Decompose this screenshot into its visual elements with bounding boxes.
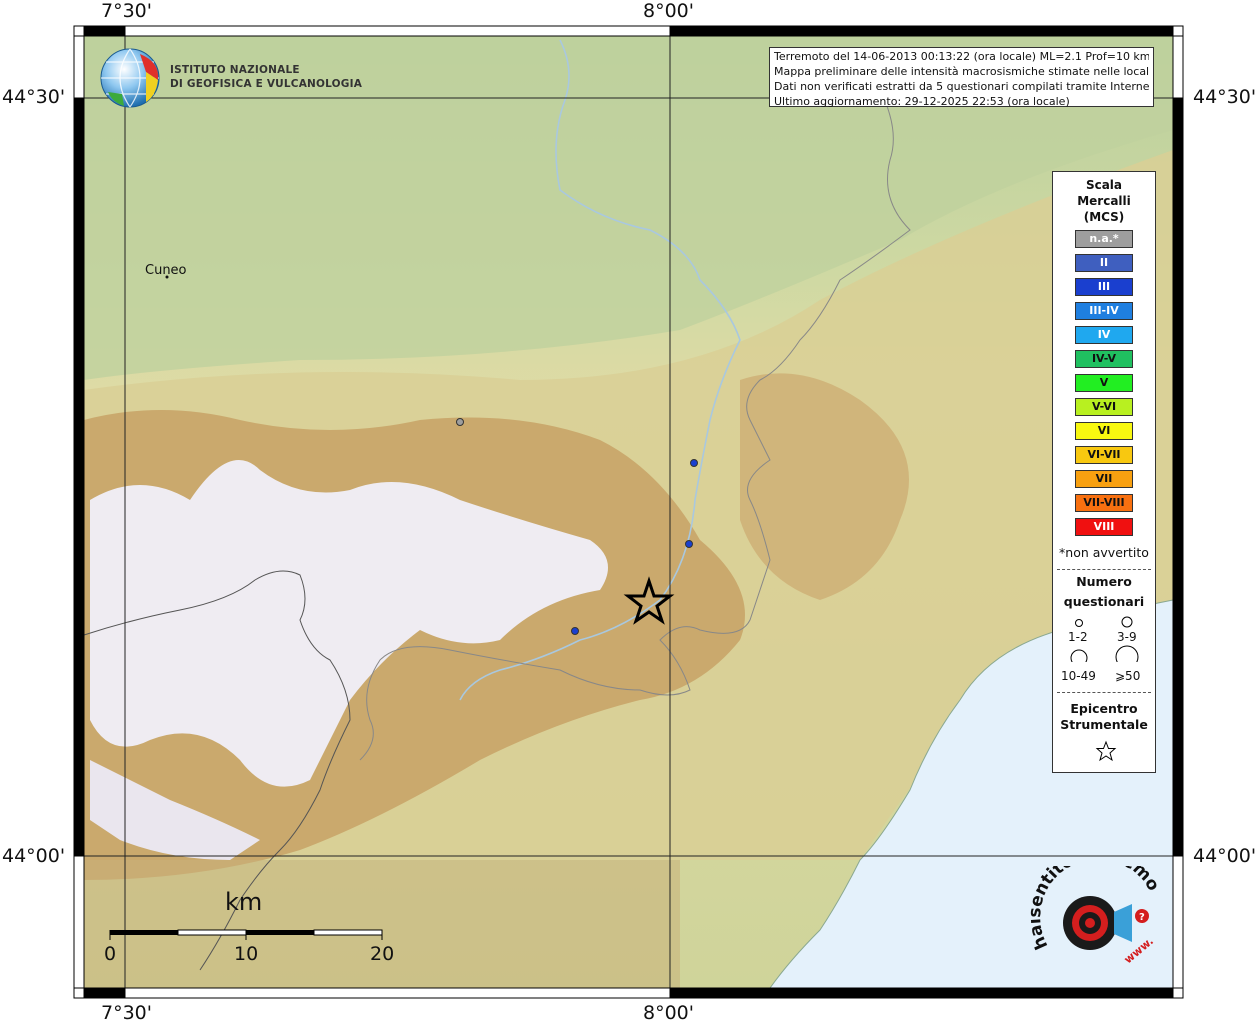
count-label: 3-9: [1117, 630, 1137, 644]
ingv-logo-icon: [100, 48, 160, 108]
event-info-line: Dati non verificati estratti da 5 questi…: [774, 80, 1149, 93]
mcs-legend: Scala Mercalli (MCS) n.a.* II III III-IV IV I…: [1052, 171, 1156, 773]
count-symbol-xlarge: [1115, 645, 1139, 662]
legend-swatch: VII: [1075, 470, 1133, 488]
count-label: 1-2: [1068, 630, 1088, 644]
count-title-line: questionari: [1063, 594, 1145, 609]
legend-title: Scala Mercalli (MCS): [1053, 177, 1155, 225]
legend-swatch: III: [1075, 278, 1133, 296]
scale-label: 20: [370, 943, 395, 965]
event-info-box: Terremoto del 14-06-2013 00:13:22 (ora l…: [769, 47, 1154, 108]
legend-swatch: VI: [1075, 422, 1133, 440]
city-label: Cuneo: [145, 263, 187, 278]
count-symbol-small: [1075, 619, 1083, 627]
observation-point: [685, 540, 693, 548]
legend-swatch: n.a.*: [1075, 230, 1133, 248]
lon-label-bottom-west: 7°30': [101, 1002, 152, 1024]
ingv-logo-line1: ISTITUTO NAZIONALE: [170, 64, 300, 76]
scale-label: 10: [234, 943, 259, 965]
legend-swatch: VIII: [1075, 518, 1133, 536]
lat-label-left-north: 44°30': [2, 86, 66, 108]
svg-text:?: ?: [1139, 912, 1145, 923]
ingv-logo-line2: DI GEOFISICA E VULCANOLOGIA: [170, 78, 363, 90]
legend-swatch: IV: [1075, 326, 1133, 344]
event-info-line: Terremoto del 14-06-2013 00:13:22 (ora l…: [774, 50, 1149, 63]
scale-label: 0: [104, 943, 117, 965]
legend-title-line: (MCS): [1083, 210, 1125, 224]
lon-label-bottom-east: 8°00': [643, 1002, 694, 1024]
event-info-line: Ultimo aggiornamento: 29-12-2025 22:53 (…: [774, 95, 1070, 108]
legend-swatch: V: [1075, 374, 1133, 392]
observation-point: [690, 459, 698, 467]
count-title: Numero questionari: [1053, 574, 1155, 610]
legend-star-icon: [1095, 740, 1117, 762]
lon-label-top-west: 7°30': [101, 0, 152, 22]
count-title-line: Numero: [1076, 574, 1132, 589]
epicenter-title: Epicentro Strumentale: [1053, 701, 1155, 733]
legend-swatch: IV-V: [1075, 350, 1133, 368]
count-label: ⩾50: [1115, 669, 1141, 683]
legend-swatch: II: [1075, 254, 1133, 272]
lat-label-right-south: 44°00': [1193, 845, 1256, 867]
hsit-logo-icon: haisentitoilterremoto.it ? www.: [1024, 844, 1163, 966]
lat-label-right-north: 44°30': [1193, 86, 1256, 108]
ingv-logo-text: ISTITUTO NAZIONALE DI GEOFISICA E VULCAN…: [170, 63, 362, 91]
legend-title-line: Scala: [1085, 178, 1123, 192]
legend-title-line: Mercalli: [1077, 194, 1131, 208]
count-label: 10-49: [1061, 669, 1096, 683]
not-felt-note: *non avvertito: [1059, 545, 1149, 560]
legend-divider: [1057, 569, 1151, 570]
mountain-zone-south: [84, 860, 680, 988]
legend-swatch: V-VI: [1075, 398, 1133, 416]
observation-point: [571, 627, 579, 635]
epicenter-title-line: Strumentale: [1060, 717, 1148, 732]
lon-label-top-east: 8°00': [643, 0, 694, 22]
legend-swatch: VI-VII: [1075, 446, 1133, 464]
event-info-line: Mappa preliminare delle intensità macros…: [774, 65, 1149, 78]
legend-swatch: VII-VIII: [1075, 494, 1133, 512]
epicenter-title-line: Epicentro: [1070, 701, 1138, 716]
scale-unit: km: [225, 888, 263, 916]
legend-swatch: III-IV: [1075, 302, 1133, 320]
observation-point: [456, 418, 464, 426]
legend-divider: [1057, 692, 1151, 693]
hsit-logo: haisentitoilterremoto.it ? www.: [1024, 844, 1163, 978]
count-symbol-large: [1070, 649, 1088, 662]
lat-label-left-south: 44°00': [2, 845, 66, 867]
count-symbol-medium: [1121, 616, 1133, 628]
